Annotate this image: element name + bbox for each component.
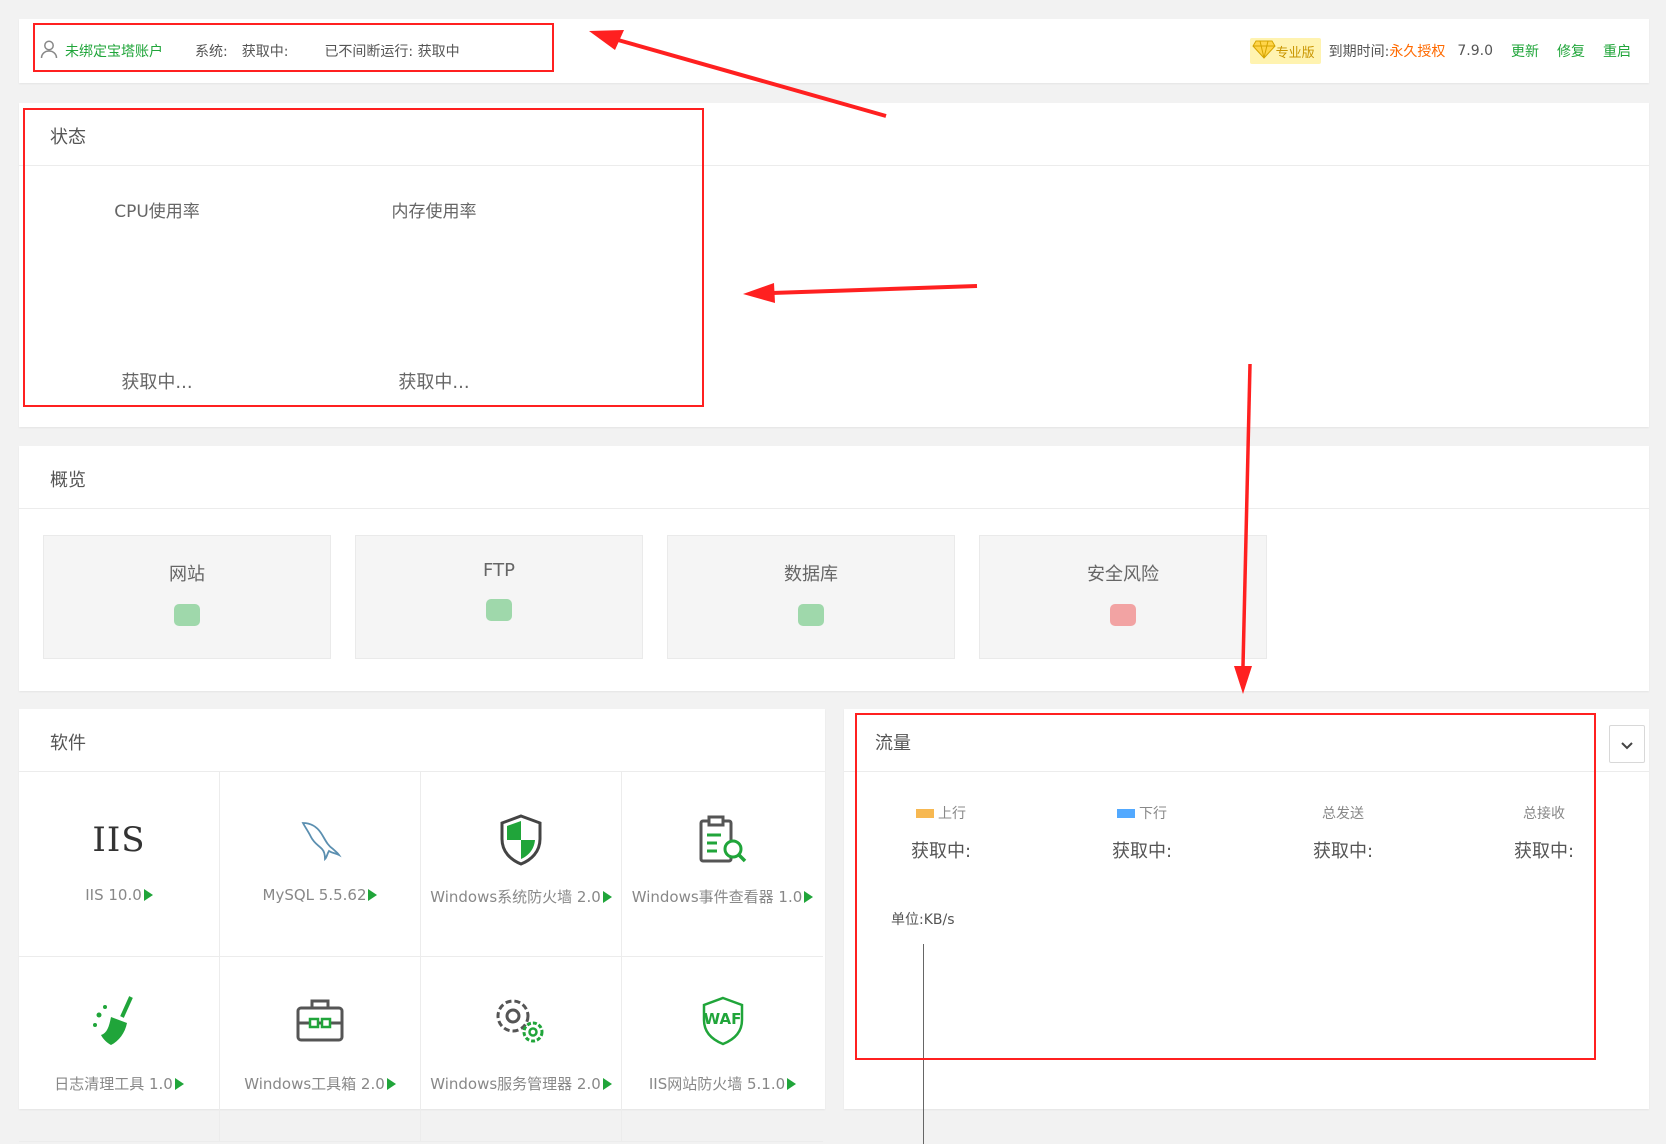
status-panel: 状态 CPU使用率 获取中... 内存使用率 获取中... <box>19 103 1649 427</box>
total-sent-label: 总发送 <box>1322 806 1364 822</box>
download-legend-swatch <box>1117 808 1135 818</box>
cpu-value: 获取中... <box>121 372 193 393</box>
total-received-value: 获取中: <box>1513 841 1575 862</box>
network-interface-select[interactable] <box>1609 725 1645 763</box>
download-label: 下行 <box>1139 806 1167 822</box>
software-label-log-cleaner: 日志清理工具 1.0 <box>54 1075 173 1093</box>
cpu-gauge[interactable]: CPU使用率 获取中... <box>57 197 257 393</box>
status-header: 状态 <box>19 103 1649 166</box>
software-item-mysql[interactable]: MySQL 5.5.62 <box>220 772 421 957</box>
overview-security-risk[interactable]: 安全风险 <box>979 535 1267 659</box>
total-received-label: 总接收 <box>1523 806 1565 822</box>
mysql-dolphin-icon <box>220 810 420 870</box>
software-item-toolbox[interactable]: Windows工具箱 2.0 <box>220 957 421 1142</box>
software-label-mysql: MySQL 5.5.62 <box>262 886 367 904</box>
total-sent-stat: 总发送 获取中: <box>1268 803 1418 863</box>
software-item-event-viewer[interactable]: Windows事件查看器 1.0 <box>622 772 823 957</box>
license-value: 永久授权 <box>1389 44 1446 60</box>
play-icon[interactable] <box>143 889 153 901</box>
software-label-iis: IIS 10.0 <box>85 886 142 904</box>
bind-account-link[interactable]: 未绑定宝塔账户 <box>65 41 163 61</box>
software-label-firewall: Windows系统防火墙 2.0 <box>430 888 601 906</box>
overview-ftp[interactable]: FTP <box>355 535 643 659</box>
traffic-panel: 流量 上行 获取中: 下行 获取中: 总发送 获取中: 总接收 获取中: 单位:… <box>844 709 1649 1144</box>
play-icon[interactable] <box>368 889 378 901</box>
security-risk-count[interactable] <box>1110 604 1136 626</box>
software-label-toolbox: Windows工具箱 2.0 <box>244 1075 385 1093</box>
diamond-icon <box>1252 39 1276 63</box>
traffic-chart-y-axis <box>923 944 924 1144</box>
uptime-text: 已不间断运行: 获取中 <box>324 44 460 60</box>
play-icon[interactable] <box>602 1078 612 1090</box>
databases-count[interactable] <box>798 604 824 626</box>
repair-link[interactable]: 修复 <box>1557 41 1585 61</box>
upload-value: 获取中: <box>910 841 972 862</box>
software-title: 软件 <box>50 733 86 754</box>
ftp-count[interactable] <box>486 599 512 621</box>
security-risk-label: 安全风险 <box>1087 564 1159 585</box>
memory-label: 内存使用率 <box>391 202 477 222</box>
software-item-log-cleaner[interactable]: 日志清理工具 1.0 <box>19 957 220 1142</box>
software-item-iis-waf[interactable]: WAF IIS网站防火墙 5.1.0 <box>622 957 823 1142</box>
traffic-unit-label: 单位:KB/s <box>891 912 955 928</box>
restart-link[interactable]: 重启 <box>1603 41 1631 61</box>
traffic-header: 流量 <box>844 709 1649 772</box>
chevron-down-icon <box>1621 735 1633 754</box>
update-link[interactable]: 更新 <box>1511 41 1539 61</box>
version-number: 7.9.0 <box>1457 43 1493 59</box>
waf-shield-icon: WAF <box>622 991 823 1051</box>
broom-icon <box>19 991 219 1051</box>
total-sent-value: 获取中: <box>1312 841 1374 862</box>
software-item-iis[interactable]: IIS IIS 10.0 <box>19 772 220 957</box>
overview-header: 概览 <box>19 446 1649 509</box>
databases-label: 数据库 <box>784 564 838 585</box>
status-title: 状态 <box>50 127 86 148</box>
pro-edition-badge: 专业版 <box>1249 38 1321 64</box>
upload-label: 上行 <box>938 806 966 822</box>
user-icon[interactable] <box>39 39 59 63</box>
software-header: 软件 <box>19 709 825 772</box>
download-value: 获取中: <box>1111 841 1173 862</box>
software-panel: 软件 IIS IIS 10.0 MySQL 5.5.62 Windows系统防火… <box>19 709 825 1142</box>
iis-logo-icon: IIS <box>92 820 146 860</box>
play-icon[interactable] <box>804 891 814 903</box>
software-item-service-manager[interactable]: Windows服务管理器 2.0 <box>421 957 622 1142</box>
total-received-stat: 总接收 获取中: <box>1469 803 1619 863</box>
upload-legend-swatch <box>916 808 934 818</box>
software-label-iis-waf: IIS网站防火墙 5.1.0 <box>648 1075 786 1093</box>
software-item-firewall[interactable]: Windows系统防火墙 2.0 <box>421 772 622 957</box>
play-icon[interactable] <box>787 1078 797 1090</box>
software-label-service-manager: Windows服务管理器 2.0 <box>430 1075 601 1093</box>
play-icon[interactable] <box>386 1078 396 1090</box>
websites-label: 网站 <box>169 564 205 585</box>
memory-value: 获取中... <box>398 372 470 393</box>
play-icon[interactable] <box>602 891 612 903</box>
play-icon[interactable] <box>174 1078 184 1090</box>
memory-gauge[interactable]: 内存使用率 获取中... <box>334 197 534 393</box>
overview-title: 概览 <box>50 470 86 491</box>
top-status-bar: 未绑定宝塔账户 系统: 获取中: 已不间断运行: 获取中 专业版 到期时间: 永… <box>19 19 1649 83</box>
traffic-title: 流量 <box>875 733 911 754</box>
cpu-label: CPU使用率 <box>114 202 200 222</box>
system-value: 获取中: <box>241 44 289 60</box>
overview-websites[interactable]: 网站 <box>43 535 331 659</box>
expiry-label: 到期时间: <box>1328 44 1390 60</box>
system-label: 系统: <box>195 44 228 60</box>
upload-stat: 上行 获取中: <box>866 803 1016 863</box>
overview-databases[interactable]: 数据库 <box>667 535 955 659</box>
download-stat: 下行 获取中: <box>1067 803 1217 863</box>
websites-count[interactable] <box>174 604 200 626</box>
clipboard-search-icon <box>622 810 823 870</box>
shield-icon <box>421 810 621 870</box>
gears-icon <box>421 991 621 1051</box>
toolbox-icon <box>220 991 420 1051</box>
overview-panel: 概览 网站 FTP 数据库 安全风险 <box>19 446 1649 691</box>
ftp-label: FTP <box>483 560 515 581</box>
software-label-event-viewer: Windows事件查看器 1.0 <box>631 888 803 906</box>
